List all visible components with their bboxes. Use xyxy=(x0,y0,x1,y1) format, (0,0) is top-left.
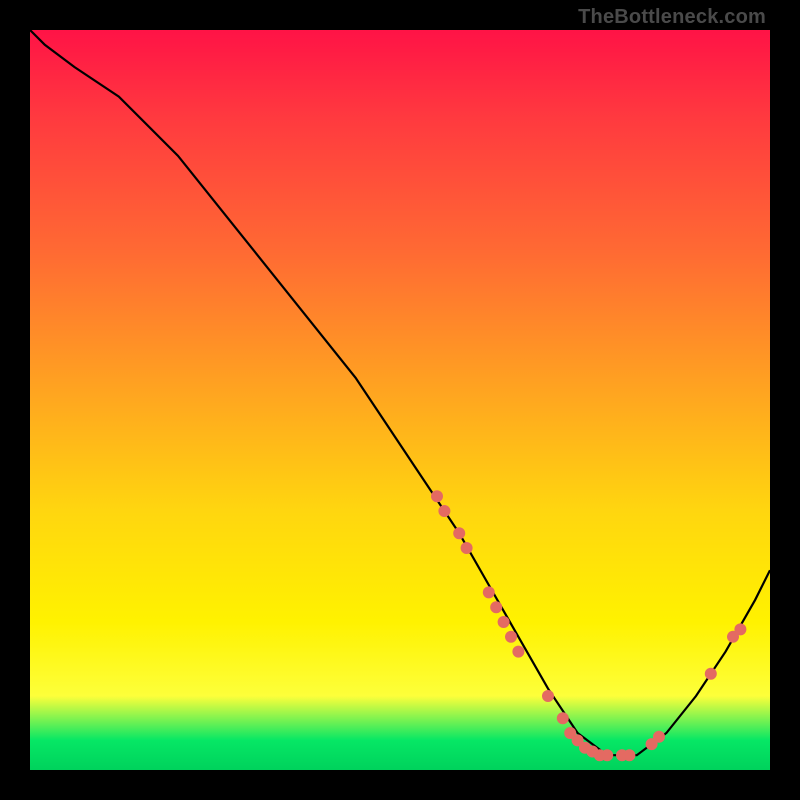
marker-point xyxy=(734,623,746,635)
marker-point xyxy=(542,690,554,702)
marker-point xyxy=(461,542,473,554)
marker-point xyxy=(438,505,450,517)
marker-point xyxy=(512,646,524,658)
marker-point xyxy=(557,712,569,724)
marker-point xyxy=(601,749,613,761)
highlighted-points xyxy=(431,490,746,761)
marker-point xyxy=(505,631,517,643)
marker-point xyxy=(623,749,635,761)
curve-overlay xyxy=(30,30,770,770)
marker-point xyxy=(453,527,465,539)
chart-container: TheBottleneck.com xyxy=(0,0,800,800)
bottleneck-curve xyxy=(30,30,770,755)
marker-point xyxy=(483,586,495,598)
marker-point xyxy=(490,601,502,613)
marker-point xyxy=(653,731,665,743)
attribution-text: TheBottleneck.com xyxy=(578,6,766,29)
marker-point xyxy=(705,668,717,680)
plot-area xyxy=(30,30,770,770)
marker-point xyxy=(498,616,510,628)
marker-point xyxy=(431,490,443,502)
